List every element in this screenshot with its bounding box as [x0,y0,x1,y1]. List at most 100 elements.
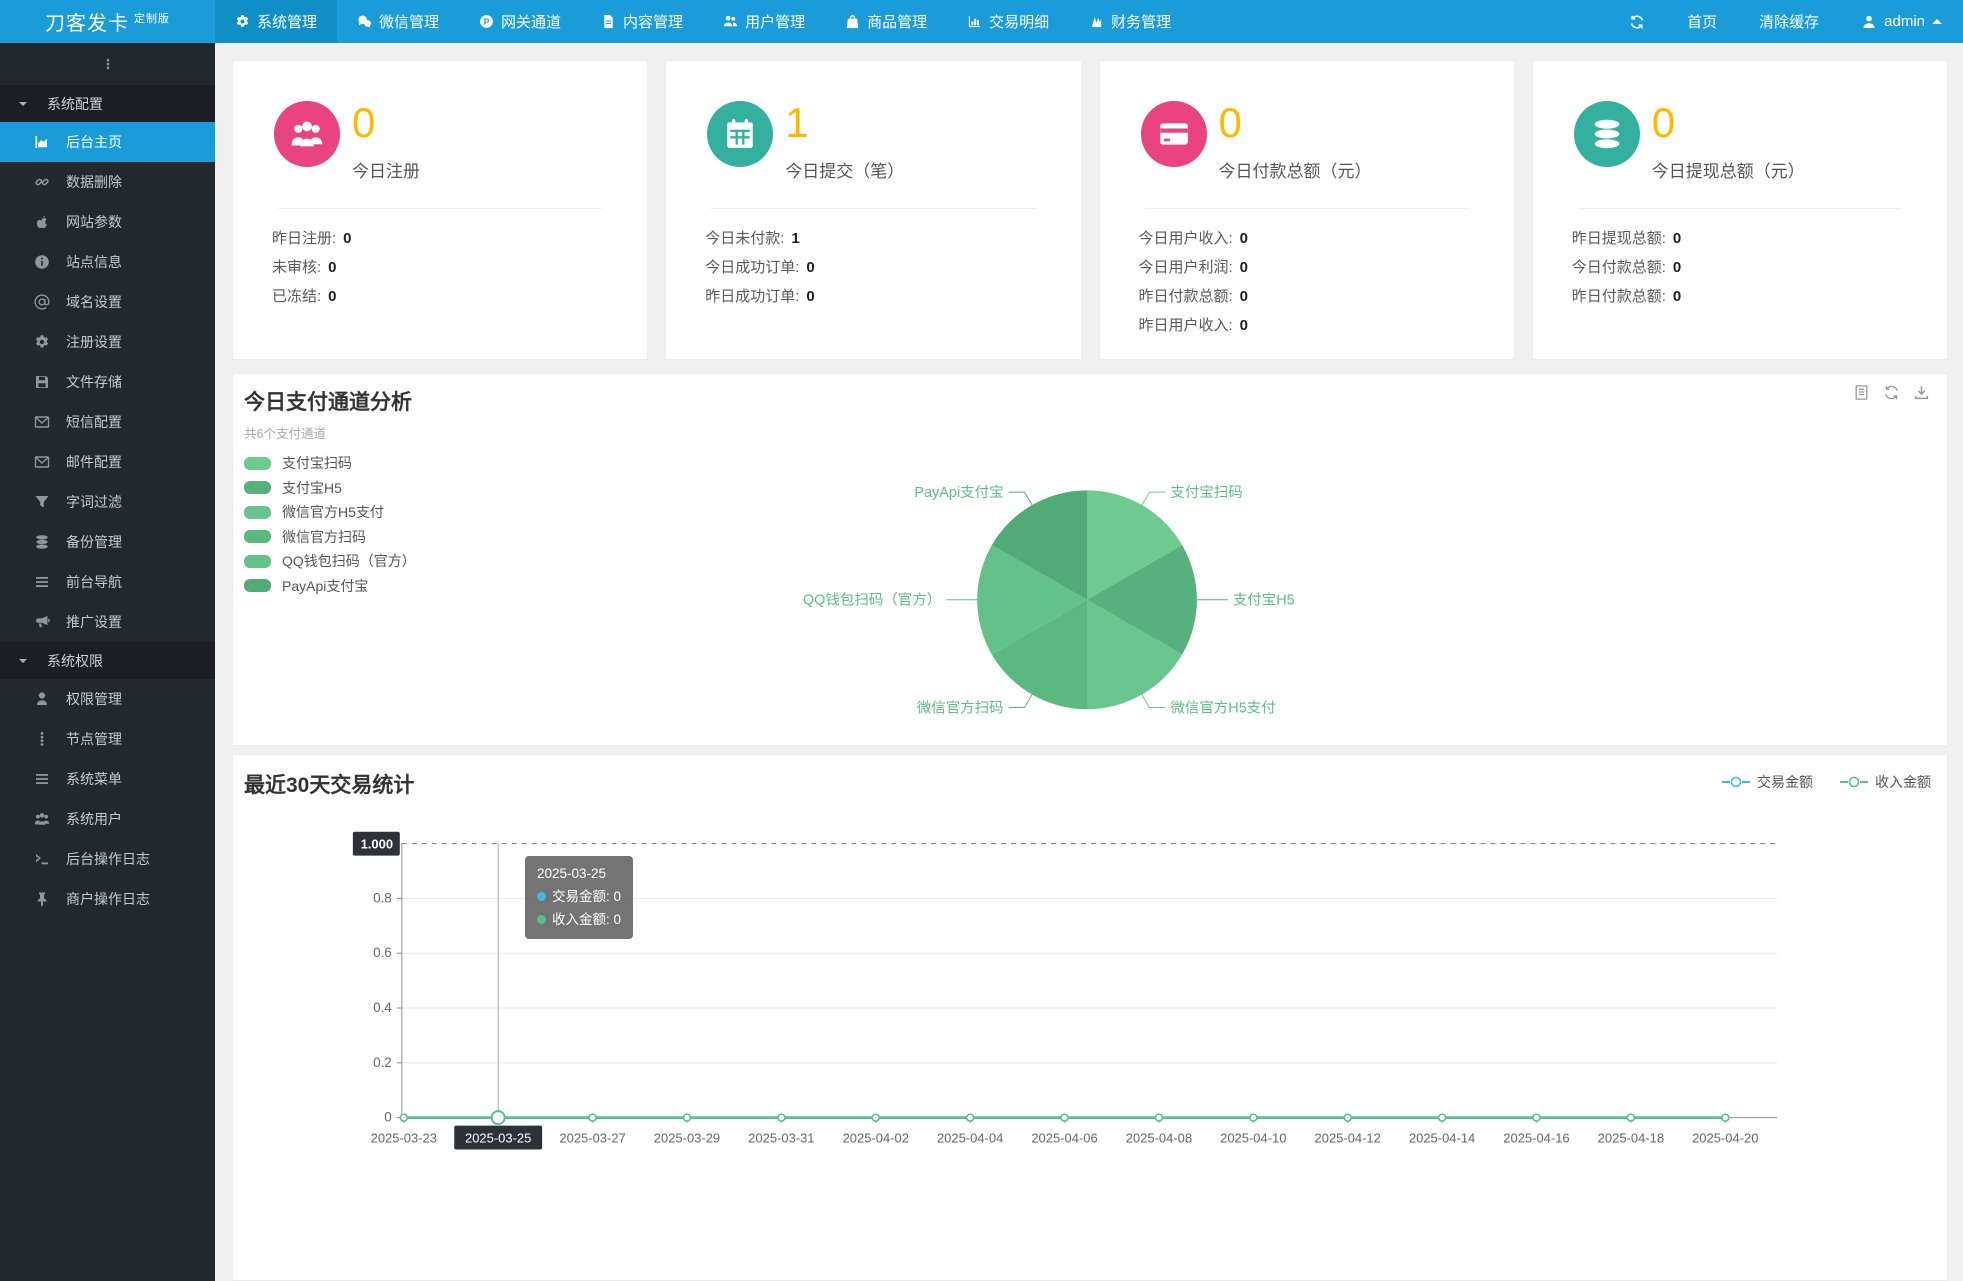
sidebar-entry[interactable]: 后台主页 [0,122,215,162]
pie-legend-item[interactable]: 微信官方H5支付 [244,500,504,525]
nav-item[interactable]: 商品管理 [825,0,947,43]
stat-row-value: 0 [1672,259,1682,277]
sidebar-collapse-button[interactable] [0,43,215,85]
stat-card-circle [1573,101,1640,167]
svg-text:2025-04-08: 2025-04-08 [1126,1131,1192,1146]
divider [711,208,1036,210]
legend-swatch [244,530,271,544]
stat-row-label: 今日付款总额: [1571,259,1666,277]
pie-legend-item[interactable]: 支付宝扫码 [244,451,504,476]
sidebar-entry[interactable]: 文件存储 [0,362,215,402]
pie-legend-item[interactable]: PayApi支付宝 [244,574,504,599]
user-menu[interactable]: admin [1840,0,1963,43]
sidebar-entry[interactable]: 数据删除 [0,162,215,202]
sidebar-entry[interactable]: 节点管理 [0,719,215,759]
stat-row-label: 昨日用户收入: [1138,317,1233,335]
nav-item[interactable]: 交易明细 [947,0,1069,43]
pie-legend-item[interactable]: 微信官方扫码 [244,525,504,550]
stat-row-value: 0 [1672,288,1682,306]
caret-up-icon [1932,14,1942,24]
sidebar-entry-label: 节点管理 [66,731,122,747]
pie-legend-item[interactable]: QQ钱包扫码（官方） [244,549,504,574]
nav-item[interactable]: 财务管理 [1069,0,1191,43]
clear-cache-link[interactable]: 清除缓存 [1738,0,1840,43]
nav-item-label: 系统管理 [257,14,318,31]
legend-swatch [244,505,271,519]
restore-icon[interactable] [1883,384,1900,401]
legend-swatch [244,579,271,593]
nav-item[interactable]: P 网关通道 [459,0,581,43]
stat-card-numlabel: 0 今日提现总额（元） [1652,100,1805,182]
nav-item[interactable]: 内容管理 [581,0,703,43]
download-icon[interactable] [1913,384,1930,401]
line-marker-icon [1840,776,1868,788]
stat-row-value: 0 [1239,259,1249,277]
stat-row-label: 昨日注册: [272,230,337,248]
svg-text:0: 0 [384,1110,391,1125]
stat-row: 今日未付款: 1 [705,224,1080,253]
sidebar-entry[interactable]: 商户操作日志 [0,879,215,919]
sidebar-entry[interactable]: 字词过滤 [0,482,215,522]
line-legend-item[interactable]: 收入金额 [1839,772,1931,792]
line-legend-item[interactable]: 交易金额 [1721,772,1813,792]
stat-row-value: 0 [806,288,815,306]
menu-icon [33,771,51,787]
at-icon [33,294,51,310]
sidebar-entry[interactable]: 站点信息 [0,242,215,282]
sidebar-entry[interactable]: 备份管理 [0,522,215,562]
sidebar-entry-label: 短信配置 [66,414,122,430]
nav-item[interactable]: 系统管理 [215,0,338,43]
nav-item-label: 交易明细 [989,14,1050,31]
sidebar-entry[interactable]: 注册设置 [0,322,215,362]
stat-row-value: 0 [1239,288,1249,306]
svg-text:支付宝H5: 支付宝H5 [1233,592,1295,609]
stat-row-label: 未审核: [272,259,322,277]
stat-card-label: 今日注册 [352,162,420,182]
refresh-button[interactable] [1608,0,1666,43]
stat-row: 今日用户利润: 0 [1139,253,1514,282]
users-icon [290,117,324,151]
nav-item-label: 网关通道 [501,14,562,31]
data-view-icon[interactable] [1853,384,1870,401]
pie-panel-subtitle: 共6个支付通道 [244,427,326,441]
nav-item[interactable]: 微信管理 [337,0,459,43]
home-link[interactable]: 首页 [1666,0,1738,43]
sidebar-entry[interactable]: 系统权限 [0,642,215,679]
stat-card-circle [1140,101,1207,167]
sidebar-entry-label: 推广设置 [66,614,122,630]
stat-card: 1 今日提交（笔） 今日未付款: 1 今日成功订单: 0 昨日成功订单: 0 [665,60,1082,360]
stat-card-rows: 昨日注册: 0 未审核: 0 已冻结: 0 [233,224,647,311]
stat-card-numlabel: 0 今日注册 [352,100,420,182]
sidebar-entry[interactable]: 网站参数 [0,202,215,242]
bar-chart-icon [967,14,982,29]
stat-row-value: 0 [328,288,337,306]
pie-legend-item[interactable]: 支付宝H5 [244,476,504,501]
terminal-icon [33,851,51,867]
calendar-icon [723,117,757,151]
sidebar-entry[interactable]: 邮件配置 [0,442,215,482]
stat-row: 昨日付款总额: 0 [1139,282,1514,311]
sidebar-entry[interactable]: 权限管理 [0,679,215,719]
svg-text:2025-04-16: 2025-04-16 [1503,1131,1569,1146]
sidebar-entry[interactable]: 后台操作日志 [0,839,215,879]
stat-row: 昨日提现总额: 0 [1572,224,1947,253]
svg-text:2025-04-06: 2025-04-06 [1031,1131,1097,1146]
legend-label: QQ钱包扫码（官方） [282,553,416,570]
svg-text:支付宝扫码: 支付宝扫码 [1170,484,1242,501]
line-panel-title: 最近30天交易统计 [244,774,415,797]
sidebar-entry[interactable]: 短信配置 [0,402,215,442]
stat-card-numlabel: 0 今日付款总额（元） [1219,100,1372,182]
sidebar-entry[interactable]: 系统用户 [0,799,215,839]
legend-swatch [244,554,271,568]
nav-item[interactable]: 用户管理 [703,0,825,43]
stat-row-value: 0 [1239,230,1249,248]
legend-label: PayApi支付宝 [282,577,369,594]
sidebar-entry[interactable]: 系统菜单 [0,759,215,799]
sidebar-entry[interactable]: 推广设置 [0,602,215,642]
sidebar-entry[interactable]: 域名设置 [0,282,215,322]
sidebar-entry[interactable]: 系统配置 [0,85,215,122]
pin-icon [33,891,51,907]
sidebar-entry[interactable]: 前台导航 [0,562,215,602]
line-chart: 00.20.40.60.82025-03-23 2025-03-25 2025-03… [352,831,1778,1150]
svg-text:0.8: 0.8 [373,890,392,905]
